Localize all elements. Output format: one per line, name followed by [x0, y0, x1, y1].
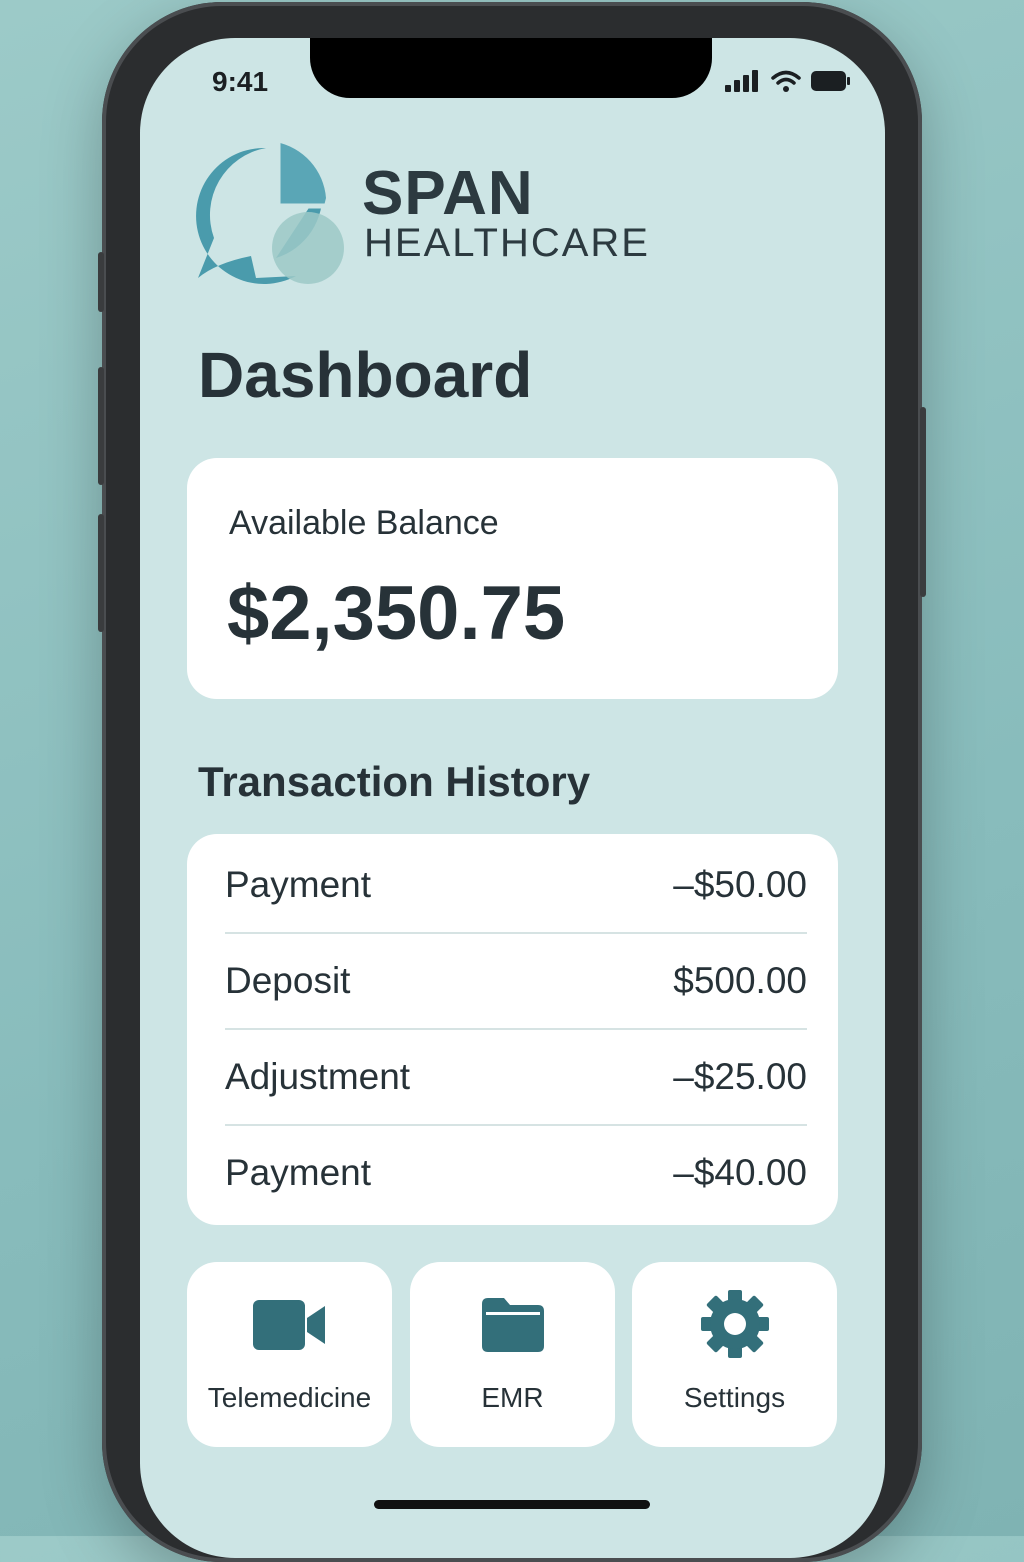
settings-label: Settings	[683, 1382, 786, 1413]
transaction-type: Adjustment	[225, 1055, 411, 1097]
transaction-history-title: Transaction History	[198, 758, 591, 805]
brand-name: SPAN	[362, 159, 534, 228]
settings-button[interactable]: Settings	[632, 1262, 837, 1447]
emr-label: EMR	[481, 1382, 544, 1413]
transaction-type: Payment	[225, 863, 372, 905]
phone-screen: 9:41 SPAN HEALTHCARE Dashboard Available…	[140, 38, 885, 1558]
telemedicine-button[interactable]: Telemedicine	[187, 1262, 392, 1447]
balance-card: Available Balance $2,350.75	[187, 458, 838, 699]
emr-button[interactable]: EMR	[410, 1262, 615, 1447]
cellular-signal-icon	[725, 70, 758, 92]
brand-subtitle: HEALTHCARE	[364, 221, 650, 265]
transaction-row[interactable]: Deposit $500.00	[225, 933, 807, 1030]
transaction-list: Payment –$50.00 Deposit $500.00 Adjustme…	[187, 834, 838, 1225]
home-indicator[interactable]	[374, 1500, 650, 1509]
transaction-row[interactable]: Adjustment –$25.00	[225, 1029, 807, 1126]
wifi-icon	[771, 70, 801, 92]
volume-up-button	[98, 367, 104, 485]
transaction-amount: $500.00	[673, 959, 807, 1001]
battery-icon	[811, 71, 850, 91]
folder-icon	[481, 1298, 544, 1352]
transaction-type: Payment	[225, 1151, 372, 1193]
gear-icon	[700, 1290, 769, 1358]
page-title: Dashboard	[198, 339, 533, 411]
video-camera-icon	[252, 1300, 325, 1350]
balance-value: $2,350.75	[227, 571, 566, 656]
transaction-amount: –$40.00	[673, 1151, 807, 1193]
speech-bubble-pie-logo	[196, 140, 346, 284]
status-icons	[725, 70, 851, 92]
notch	[310, 38, 712, 98]
volume-down-button	[98, 514, 104, 632]
balance-label: Available Balance	[229, 504, 499, 542]
power-button	[920, 407, 926, 597]
status-time: 9:41	[212, 66, 269, 97]
transaction-amount: –$50.00	[673, 863, 807, 905]
transaction-row[interactable]: Payment –$50.00	[225, 837, 807, 934]
mute-switch	[98, 252, 104, 312]
transaction-amount: –$25.00	[673, 1055, 807, 1097]
transaction-type: Deposit	[225, 959, 351, 1001]
telemedicine-label: Telemedicine	[207, 1382, 372, 1413]
transaction-row[interactable]: Payment –$40.00	[225, 1125, 807, 1220]
